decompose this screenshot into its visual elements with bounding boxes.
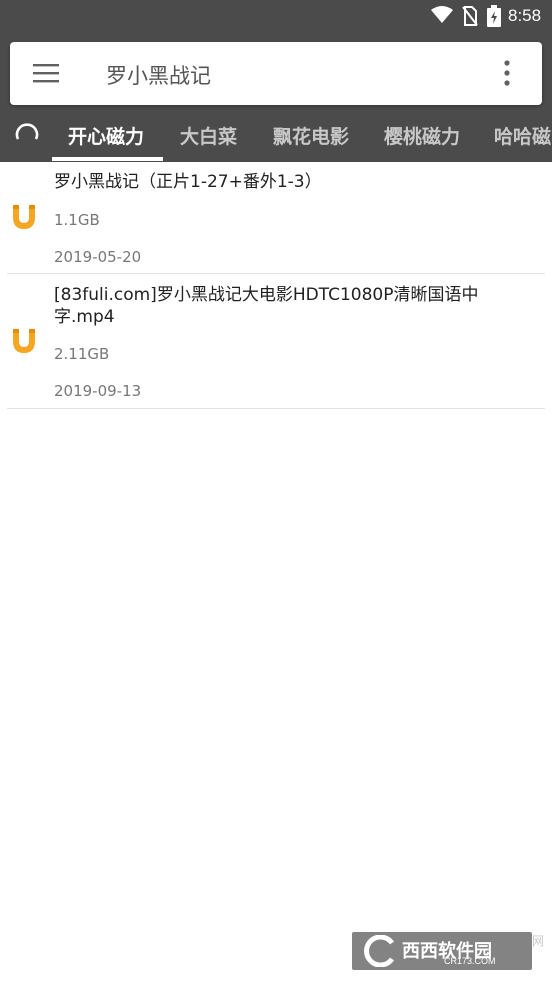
active-tab-indicator — [52, 157, 163, 161]
watermark-logo-icon — [364, 935, 395, 967]
tab-haha-ci[interactable]: 哈哈磁 — [494, 122, 551, 149]
hamburger-menu-icon[interactable] — [33, 63, 59, 83]
search-query-text[interactable]: 罗小黑战记 — [106, 60, 211, 90]
tab-kaixin-cili[interactable]: 开心磁力 — [68, 122, 144, 149]
watermark-domain: CR173.COM — [444, 956, 496, 966]
result-date: 2019-05-20 — [54, 248, 142, 266]
watermark: 西西软件园 CR173.COM 网 — [352, 932, 552, 970]
magnet-icon — [13, 205, 35, 229]
tab-dabaicai[interactable]: 大白菜 — [180, 122, 237, 149]
tab-piaohua-dianying[interactable]: 飘花电影 — [273, 122, 349, 149]
result-list: 罗小黑战记（正片1-27+番外1-3） 1.1GB 2019-05-20 [83… — [0, 162, 552, 409]
result-title: 罗小黑战记（正片1-27+番外1-3） — [54, 172, 322, 192]
search-bar[interactable]: 罗小黑战记 — [10, 42, 542, 105]
no-sim-icon — [462, 6, 478, 26]
status-bar: 8:58 — [0, 0, 552, 32]
list-item[interactable]: 罗小黑战记（正片1-27+番外1-3） 1.1GB 2019-05-20 — [7, 162, 545, 274]
more-vert-icon[interactable] — [503, 60, 511, 86]
watermark-side-text: 网 — [532, 934, 545, 948]
loading-spinner-icon — [15, 123, 39, 140]
result-size: 1.1GB — [54, 211, 100, 229]
source-tabs: 开心磁力 大白菜 飘花电影 樱桃磁力 哈哈磁 — [0, 108, 552, 162]
result-size: 2.11GB — [54, 345, 110, 363]
wifi-icon — [431, 6, 453, 23]
tab-yingtao-cili[interactable]: 樱桃磁力 — [384, 122, 460, 149]
list-item[interactable]: [83fuli.com]罗小黑战记大电影HDTC1080P清晰国语中字.mp4 … — [7, 274, 545, 409]
status-time: 8:58 — [508, 6, 542, 25]
magnet-icon — [13, 329, 35, 353]
result-date: 2019-09-13 — [54, 382, 142, 400]
battery-charging-icon — [487, 5, 501, 27]
result-title: [83fuli.com]罗小黑战记大电影HDTC1080P清晰国语中字.mp4 — [54, 285, 479, 327]
